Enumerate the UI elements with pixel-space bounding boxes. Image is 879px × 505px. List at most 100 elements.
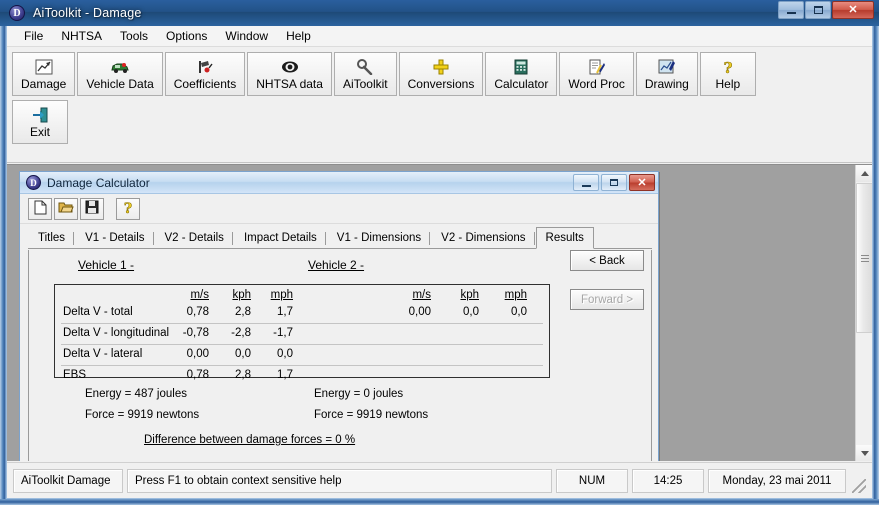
eye-icon — [280, 58, 300, 76]
toolbar-button-damage[interactable]: Damage — [12, 52, 76, 96]
car-icon — [110, 58, 130, 76]
maximize-button[interactable] — [805, 1, 831, 19]
vehicle2-force: Force = 9919 newtons — [314, 409, 429, 421]
cell-v1-kph: 0,0 — [235, 348, 251, 360]
menu-item-file[interactable]: File — [15, 27, 52, 45]
toolbar-button-exit[interactable]: Exit — [12, 100, 68, 144]
toolbar-button-coefficients[interactable]: Coefficients — [164, 52, 246, 96]
toolbar-label: Vehicle Data — [86, 77, 154, 91]
damage-calculator-window: D Damage Calculator ✕ ? Titles V1 - Deta… — [19, 171, 659, 461]
back-button[interactable]: < Back — [570, 250, 644, 271]
cell-v1-mph: 0,0 — [277, 348, 293, 360]
toolbar-label: Exit — [29, 125, 50, 139]
child-close-button[interactable]: ✕ — [629, 174, 655, 191]
navigation-panel: < Back Forward > — [568, 250, 652, 328]
status-time: 14:25 — [632, 468, 704, 493]
cell-v1-ms: 0,78 — [186, 369, 209, 381]
toolbar-button-drawing[interactable]: Drawing — [635, 52, 698, 96]
menu-item-options[interactable]: Options — [157, 27, 216, 45]
exit-door-icon — [30, 106, 50, 124]
toolbar-button-nhtsa-data[interactable]: NHTSA data — [247, 52, 332, 96]
cell-v2-mph: 0,0 — [511, 306, 527, 318]
status-app-name: AiToolkit Damage — [13, 468, 123, 493]
toolbar-button-aitoolkit[interactable]: AiToolkit — [333, 52, 397, 96]
tab-results[interactable]: Results — [535, 227, 594, 249]
minimize-button[interactable] — [778, 1, 804, 19]
menu-item-window[interactable]: Window — [216, 27, 277, 45]
child-title-bar: D Damage Calculator ✕ — [20, 172, 658, 194]
forward-button: Forward > — [570, 289, 644, 310]
window-title: AiToolkit - Damage — [33, 6, 142, 20]
notepad-pen-icon — [587, 58, 607, 76]
minimize-icon — [581, 184, 591, 187]
drawing-icon — [657, 58, 677, 76]
tab-v1-details[interactable]: V1 - Details — [75, 228, 154, 248]
title-bar: D AiToolkit - Damage ✕ — [0, 0, 879, 26]
close-button[interactable]: ✕ — [832, 1, 874, 19]
new-file-button[interactable] — [28, 197, 52, 220]
vehicle2-heading: Vehicle 2 - — [308, 258, 365, 272]
wrench-icon — [355, 58, 375, 76]
toolbar-label: Coefficients — [173, 77, 237, 91]
toolbar-label: AiToolkit — [342, 77, 388, 91]
application-window: D AiToolkit - Damage ✕ File NHTSA Tools … — [0, 0, 879, 505]
status-num-lock: NUM — [556, 468, 628, 493]
toolbar-button-vehicle-data[interactable]: Vehicle Data — [77, 52, 163, 96]
resize-grip-icon[interactable] — [852, 479, 866, 493]
tab-v2-details[interactable]: V2 - Details — [155, 228, 234, 248]
chevron-up-icon — [860, 171, 869, 176]
child-window-controls: ✕ — [573, 174, 655, 191]
toolbar-button-help[interactable]: ? Help — [699, 52, 756, 96]
row-divider — [61, 344, 543, 345]
scroll-up-button[interactable] — [856, 165, 872, 182]
save-file-button[interactable] — [80, 197, 104, 220]
cell-v1-mph: 1,7 — [277, 369, 293, 381]
scroll-down-button[interactable] — [856, 445, 872, 461]
results-tab-page: Vehicle 1 - Vehicle 2 - m/s kph mph m/s … — [28, 250, 652, 461]
toolbar-button-word-proc[interactable]: Word Proc — [559, 52, 634, 96]
app-disc-icon: D — [9, 5, 25, 21]
app-disc-icon: D — [26, 175, 41, 190]
client-area: File NHTSA Tools Options Window Help Dam… — [6, 26, 873, 499]
row-label-delta-v-total: Delta V - total — [63, 306, 133, 318]
cell-v2-kph: 0,0 — [463, 306, 479, 318]
row-divider — [61, 323, 543, 324]
question-mark-icon: ? — [718, 58, 738, 76]
close-icon: ✕ — [637, 177, 647, 189]
cell-v1-kph: 2,8 — [235, 369, 251, 381]
open-folder-icon — [58, 200, 74, 217]
close-icon: ✕ — [848, 3, 858, 16]
chevron-down-icon — [860, 451, 869, 456]
tab-v2-dimensions[interactable]: V2 - Dimensions — [431, 228, 535, 248]
menu-item-help[interactable]: Help — [277, 27, 320, 45]
main-toolbar: Damage Vehicle Data Coefficients NHTSA d… — [7, 47, 872, 163]
tab-impact-details[interactable]: Impact Details — [234, 228, 327, 248]
v1-unit-header-kph: kph — [232, 289, 251, 301]
cell-v2-ms: 0,00 — [408, 306, 431, 318]
cell-v1-ms: -0,78 — [182, 327, 209, 339]
toolbar-label: Drawing — [644, 77, 689, 91]
menu-item-nhtsa[interactable]: NHTSA — [52, 27, 111, 45]
child-help-button[interactable]: ? — [116, 197, 140, 220]
mdi-client-area: D Damage Calculator ✕ ? Titles V1 - Deta… — [7, 164, 872, 461]
row-label-ebs: EBS — [63, 369, 87, 381]
toolbar-button-calculator[interactable]: Calculator — [485, 52, 558, 96]
tab-v1-dimensions[interactable]: V1 - Dimensions — [327, 228, 431, 248]
scrollbar-thumb[interactable] — [856, 183, 872, 333]
toolbar-label: Help — [715, 77, 741, 91]
cell-v1-ms: 0,78 — [186, 306, 209, 318]
open-file-button[interactable] — [54, 197, 78, 220]
window-frame-right — [873, 0, 879, 505]
yellow-cross-icon — [431, 58, 451, 76]
maximize-icon — [610, 179, 618, 186]
mdi-vertical-scrollbar[interactable] — [855, 165, 872, 461]
cell-v1-kph: 2,8 — [235, 306, 251, 318]
child-minimize-button[interactable] — [573, 174, 599, 191]
menu-item-tools[interactable]: Tools — [111, 27, 157, 45]
toolbar-button-conversions[interactable]: Conversions — [398, 52, 484, 96]
v2-unit-header-mph: mph — [504, 289, 527, 301]
row-label-delta-v-longitudinal: Delta V - longitudinal — [63, 327, 170, 339]
tab-titles[interactable]: Titles — [28, 228, 75, 248]
child-maximize-button[interactable] — [601, 174, 627, 191]
toolbar-label: Damage — [21, 77, 67, 91]
